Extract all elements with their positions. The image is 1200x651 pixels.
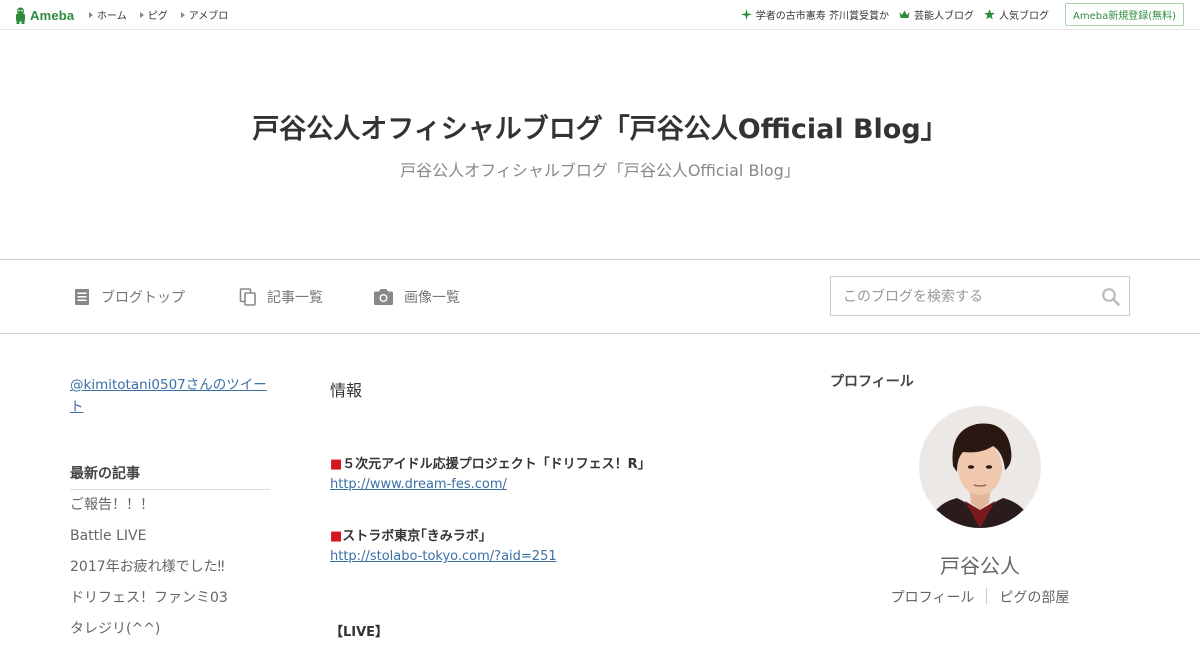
global-header: Ameba ホーム ピグ アメブロ 学者の古市憲寿 芥川賞受賞か 芸能人ブログ — [0, 0, 1200, 30]
header-right-links: 学者の古市憲寿 芥川賞受賞か 芸能人ブログ 人気ブログ Ameba新規登録(無料… — [740, 0, 1200, 29]
global-nav-pigg[interactable]: ピグ — [139, 7, 168, 22]
nav-article-list-label: 記事一覧 — [267, 289, 323, 306]
caret-right-icon — [180, 11, 185, 18]
global-nav-home[interactable]: ホーム — [89, 7, 127, 22]
info-section-label: ５次元アイドル応援プロジェクト「ドリフェス！R」 — [342, 457, 651, 472]
profile-links: プロフィール ピグの部屋 — [830, 587, 1130, 607]
blog-title[interactable]: 戸谷公人オフィシャルブログ「戸谷公人Official Blog」 — [0, 107, 1200, 146]
star-icon — [984, 9, 995, 20]
recent-articles-heading: 最新の記事 — [70, 466, 140, 482]
recent-articles-list: ご報告！！！ Battle LIVE 2017年お疲れ様でした‼ ドリフェス！フ… — [70, 496, 280, 651]
sparkle-icon — [740, 9, 752, 20]
copy-icon — [239, 287, 256, 306]
caret-right-icon — [139, 11, 144, 18]
blog-nav: ブログトップ 記事一覧 画像一覧 — [0, 259, 1200, 334]
nav-article-list[interactable]: 記事一覧 — [239, 260, 323, 333]
trending-topic-label: 学者の古市憲寿 芥川賞受賞か — [755, 11, 889, 22]
popular-blog-label: 人気ブログ — [998, 11, 1049, 22]
info-section-url[interactable]: http://www.dream-fes.com/ — [330, 477, 507, 492]
recent-article-link[interactable]: ドリフェス！ファンミ03 — [70, 589, 280, 620]
global-nav: ホーム ピグ アメブロ — [89, 0, 241, 29]
global-nav-label: ホーム — [97, 11, 127, 22]
ameba-mascot-icon — [16, 7, 25, 24]
search-icon[interactable] — [1101, 287, 1121, 307]
nav-blog-top[interactable]: ブログトップ — [73, 260, 185, 333]
recent-article-link[interactable]: ご報告！！！ — [70, 496, 280, 527]
recent-article-link[interactable]: 2017年お疲れ様でした‼ — [70, 558, 280, 589]
divider — [70, 489, 270, 490]
recent-article-link[interactable]: タレジリ(^^) — [70, 620, 280, 651]
popular-blog-link[interactable]: 人気ブログ — [984, 7, 1049, 22]
celebrity-blog-link[interactable]: 芸能人ブログ — [899, 7, 974, 22]
document-icon — [75, 288, 89, 305]
ameba-logo[interactable]: Ameba — [14, 6, 74, 24]
celebrity-blog-label: 芸能人ブログ — [913, 11, 974, 22]
pigg-room-link[interactable]: ピグの部屋 — [987, 587, 1081, 607]
camera-icon — [374, 288, 393, 305]
info-section-title: ■５次元アイドル応援プロジェクト「ドリフェス！R」 — [330, 453, 651, 472]
crown-icon — [899, 10, 910, 18]
live-heading: 【LIVE】 — [330, 625, 389, 640]
nav-image-list-label: 画像一覧 — [404, 289, 460, 306]
nav-blog-top-label: ブログトップ — [101, 289, 185, 306]
avatar[interactable] — [919, 406, 1041, 528]
search-input[interactable] — [841, 286, 1095, 308]
avatar-photo — [919, 406, 1041, 528]
twitter-timeline-link[interactable]: @kimitotani0507さんのツイート — [70, 374, 270, 418]
blog-search — [830, 276, 1130, 316]
signup-button[interactable]: Ameba新規登録(無料) — [1064, 3, 1184, 26]
global-nav-label: アメブロ — [188, 11, 229, 22]
global-nav-label: ピグ — [147, 11, 168, 22]
profile-heading: プロフィール — [830, 374, 914, 390]
recent-article-link[interactable]: Battle LIVE — [70, 527, 280, 558]
profile-link[interactable]: プロフィール — [879, 587, 987, 607]
nav-image-list[interactable]: 画像一覧 — [373, 260, 460, 333]
info-section-label: ストラボ東京｢きみラボ｣ — [342, 529, 486, 544]
profile-name[interactable]: 戸谷公人 — [830, 550, 1130, 579]
entry-title[interactable]: 情報 — [330, 377, 362, 401]
info-section-title: ■ストラボ東京｢きみラボ｣ — [330, 525, 485, 544]
red-square-marker: ■ — [330, 529, 343, 544]
caret-right-icon — [89, 11, 93, 18]
logo-text: Ameba — [30, 7, 75, 23]
info-section-url[interactable]: http://stolabo-tokyo.com/?aid=251 — [330, 549, 557, 564]
global-nav-ameblo[interactable]: アメブロ — [180, 7, 229, 22]
red-square-marker: ■ — [330, 457, 343, 472]
blog-subtitle: 戸谷公人オフィシャルブログ「戸谷公人Official Blog」 — [400, 161, 800, 180]
trending-topic-link[interactable]: 学者の古市憲寿 芥川賞受賞か — [740, 7, 889, 22]
